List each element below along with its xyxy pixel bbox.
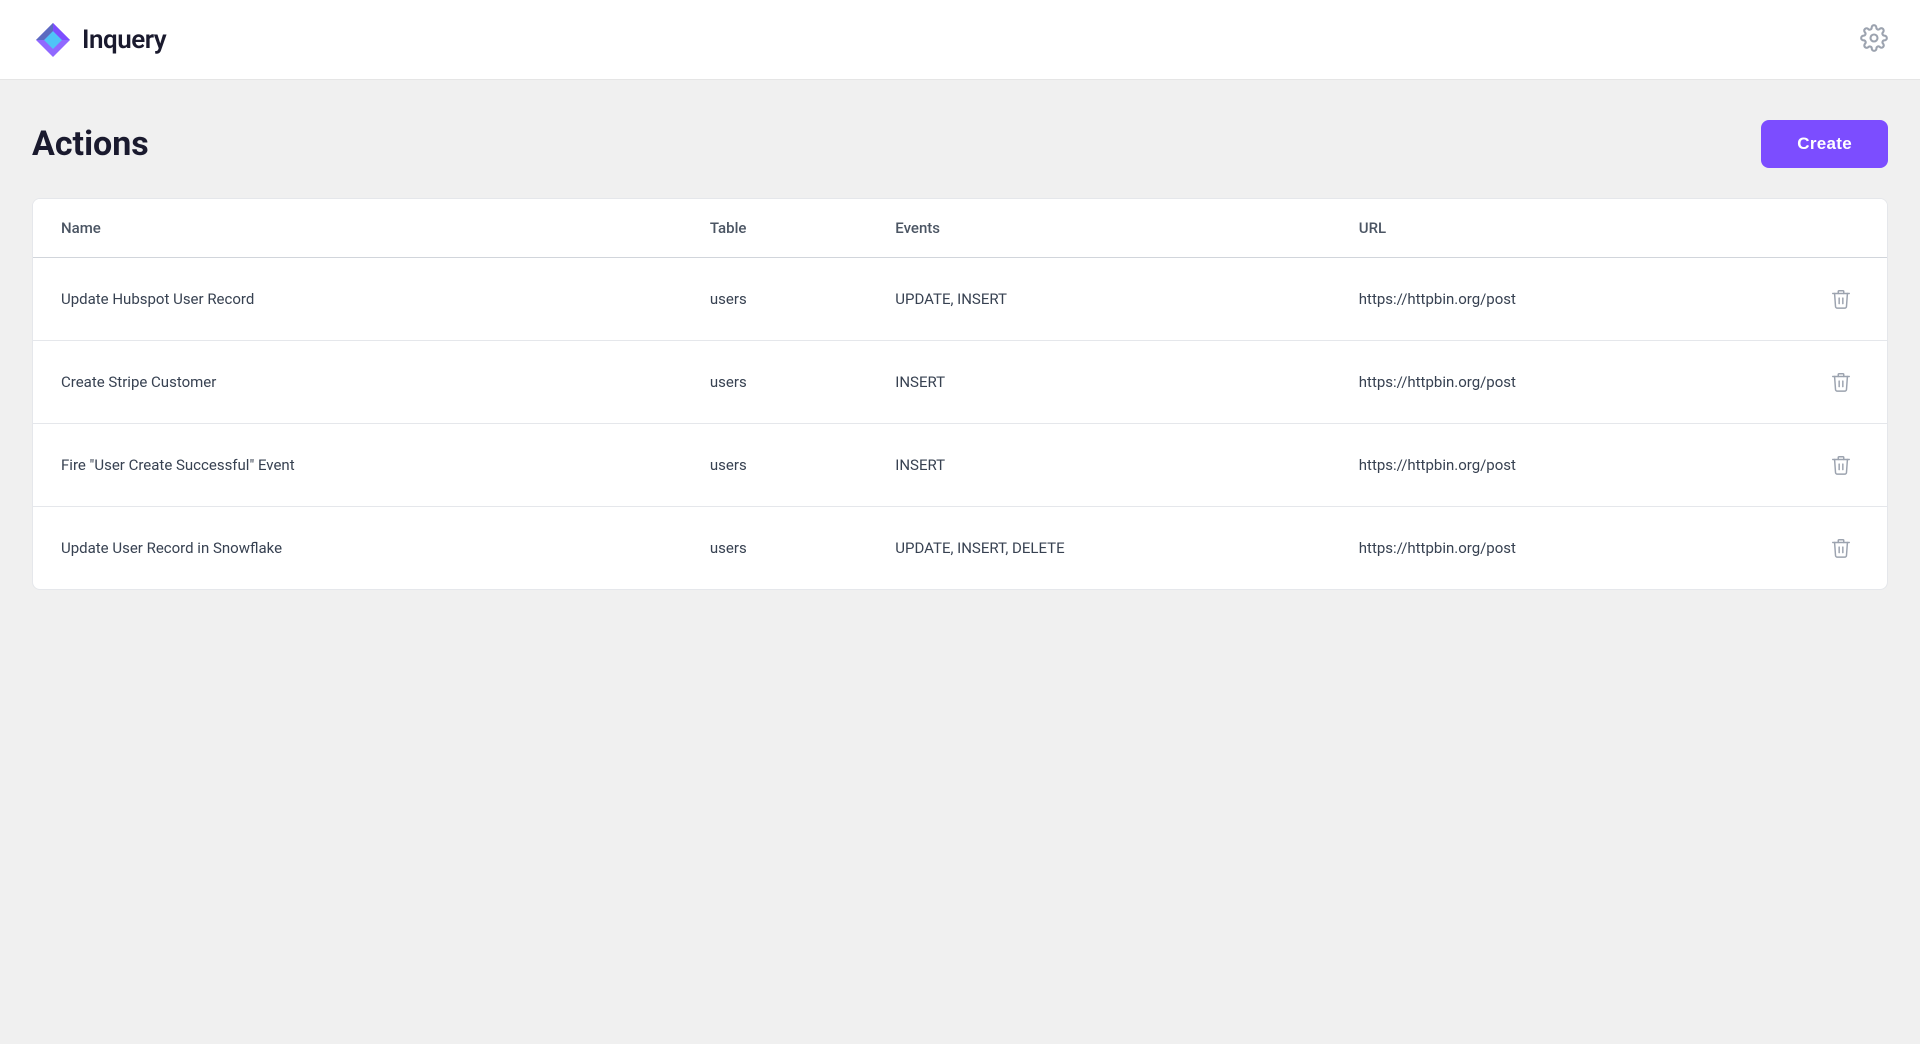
delete-button[interactable] bbox=[1826, 533, 1856, 563]
delete-button[interactable] bbox=[1826, 367, 1856, 397]
settings-button[interactable] bbox=[1860, 24, 1888, 56]
actions-table: Name Table Events URL Update Hubspot Use… bbox=[33, 199, 1887, 589]
trash-icon bbox=[1830, 454, 1852, 476]
page-header: Actions Create bbox=[32, 120, 1888, 168]
create-button[interactable]: Create bbox=[1761, 120, 1888, 168]
table-body: Update Hubspot User RecordusersUPDATE, I… bbox=[33, 258, 1887, 590]
cell-url: https://httpbin.org/post bbox=[1331, 507, 1795, 590]
main-content: Actions Create Name Table Events URL Upd… bbox=[0, 80, 1920, 630]
cell-name: Update User Record in Snowflake bbox=[33, 507, 682, 590]
table-row: Create Stripe CustomerusersINSERThttps:/… bbox=[33, 341, 1887, 424]
table-row: Fire "User Create Successful" Eventusers… bbox=[33, 424, 1887, 507]
cell-events: UPDATE, INSERT bbox=[867, 258, 1331, 341]
cell-action bbox=[1794, 341, 1887, 424]
cell-url: https://httpbin.org/post bbox=[1331, 258, 1795, 341]
table-header-row: Name Table Events URL bbox=[33, 199, 1887, 258]
page-title: Actions bbox=[32, 124, 149, 164]
cell-table: users bbox=[682, 424, 867, 507]
col-header-events: Events bbox=[867, 199, 1331, 258]
col-header-table: Table bbox=[682, 199, 867, 258]
cell-url: https://httpbin.org/post bbox=[1331, 424, 1795, 507]
delete-button[interactable] bbox=[1826, 450, 1856, 480]
cell-action bbox=[1794, 258, 1887, 341]
cell-table: users bbox=[682, 341, 867, 424]
col-header-name: Name bbox=[33, 199, 682, 258]
cell-name: Fire "User Create Successful" Event bbox=[33, 424, 682, 507]
logo: Inquery bbox=[32, 19, 166, 61]
cell-action bbox=[1794, 507, 1887, 590]
trash-icon bbox=[1830, 537, 1852, 559]
table-container: Name Table Events URL Update Hubspot Use… bbox=[32, 198, 1888, 590]
logo-icon bbox=[32, 19, 74, 61]
cell-action bbox=[1794, 424, 1887, 507]
table-header: Name Table Events URL bbox=[33, 199, 1887, 258]
cell-events: UPDATE, INSERT, DELETE bbox=[867, 507, 1331, 590]
cell-events: INSERT bbox=[867, 424, 1331, 507]
table-row: Update User Record in SnowflakeusersUPDA… bbox=[33, 507, 1887, 590]
trash-icon bbox=[1830, 288, 1852, 310]
cell-name: Update Hubspot User Record bbox=[33, 258, 682, 341]
delete-button[interactable] bbox=[1826, 284, 1856, 314]
trash-icon bbox=[1830, 371, 1852, 393]
table-row: Update Hubspot User RecordusersUPDATE, I… bbox=[33, 258, 1887, 341]
cell-table: users bbox=[682, 507, 867, 590]
gear-icon bbox=[1860, 24, 1888, 52]
cell-table: users bbox=[682, 258, 867, 341]
col-header-url: URL bbox=[1331, 199, 1795, 258]
col-header-action bbox=[1794, 199, 1887, 258]
cell-events: INSERT bbox=[867, 341, 1331, 424]
cell-name: Create Stripe Customer bbox=[33, 341, 682, 424]
header: Inquery bbox=[0, 0, 1920, 80]
cell-url: https://httpbin.org/post bbox=[1331, 341, 1795, 424]
logo-text: Inquery bbox=[82, 25, 166, 55]
